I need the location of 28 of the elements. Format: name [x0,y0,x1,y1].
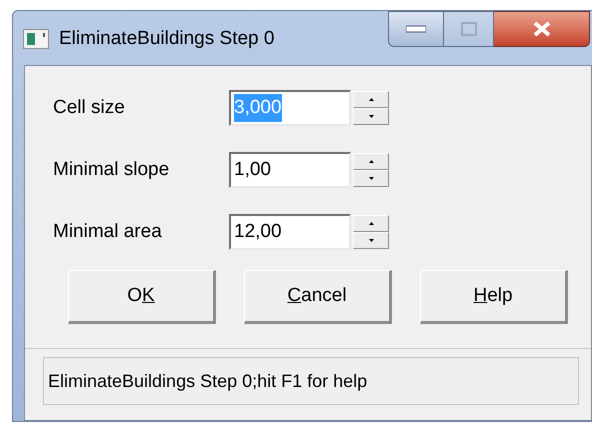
spin-down-button[interactable] [353,108,389,125]
down-arrow-icon [368,239,374,242]
close-icon [532,21,550,37]
up-arrow-icon [368,98,374,101]
app-icon [23,29,49,50]
field-label: Minimal slope [53,158,170,182]
spin-down-button[interactable] [353,170,389,187]
status-bar: EliminateBuildings Step 0;hit F1 for help [43,357,579,405]
down-arrow-icon [368,177,374,180]
number-field[interactable]: 12,00 [229,214,351,250]
up-arrow-icon [368,160,374,163]
number-field[interactable]: 1,00 [229,152,351,188]
window-title: EliminateBuildings Step 0 [59,27,274,51]
spin-up-button[interactable] [353,91,389,108]
up-arrow-icon [368,222,374,225]
minimize-icon [406,25,426,33]
field-label: Minimal area [53,220,163,244]
maximize-icon [460,22,476,36]
spin-up-button[interactable] [353,215,389,232]
close-button[interactable] [494,11,590,47]
minimize-button[interactable] [388,11,444,47]
down-arrow-icon [368,115,374,118]
dialog-button[interactable]: OK [68,270,216,324]
dialog-button[interactable]: Cancel [244,270,392,324]
spin-up-button[interactable] [353,153,389,170]
field-label: Cell size [53,96,126,120]
spin-down-button[interactable] [353,232,389,249]
dialog-button[interactable]: Help [420,270,568,324]
